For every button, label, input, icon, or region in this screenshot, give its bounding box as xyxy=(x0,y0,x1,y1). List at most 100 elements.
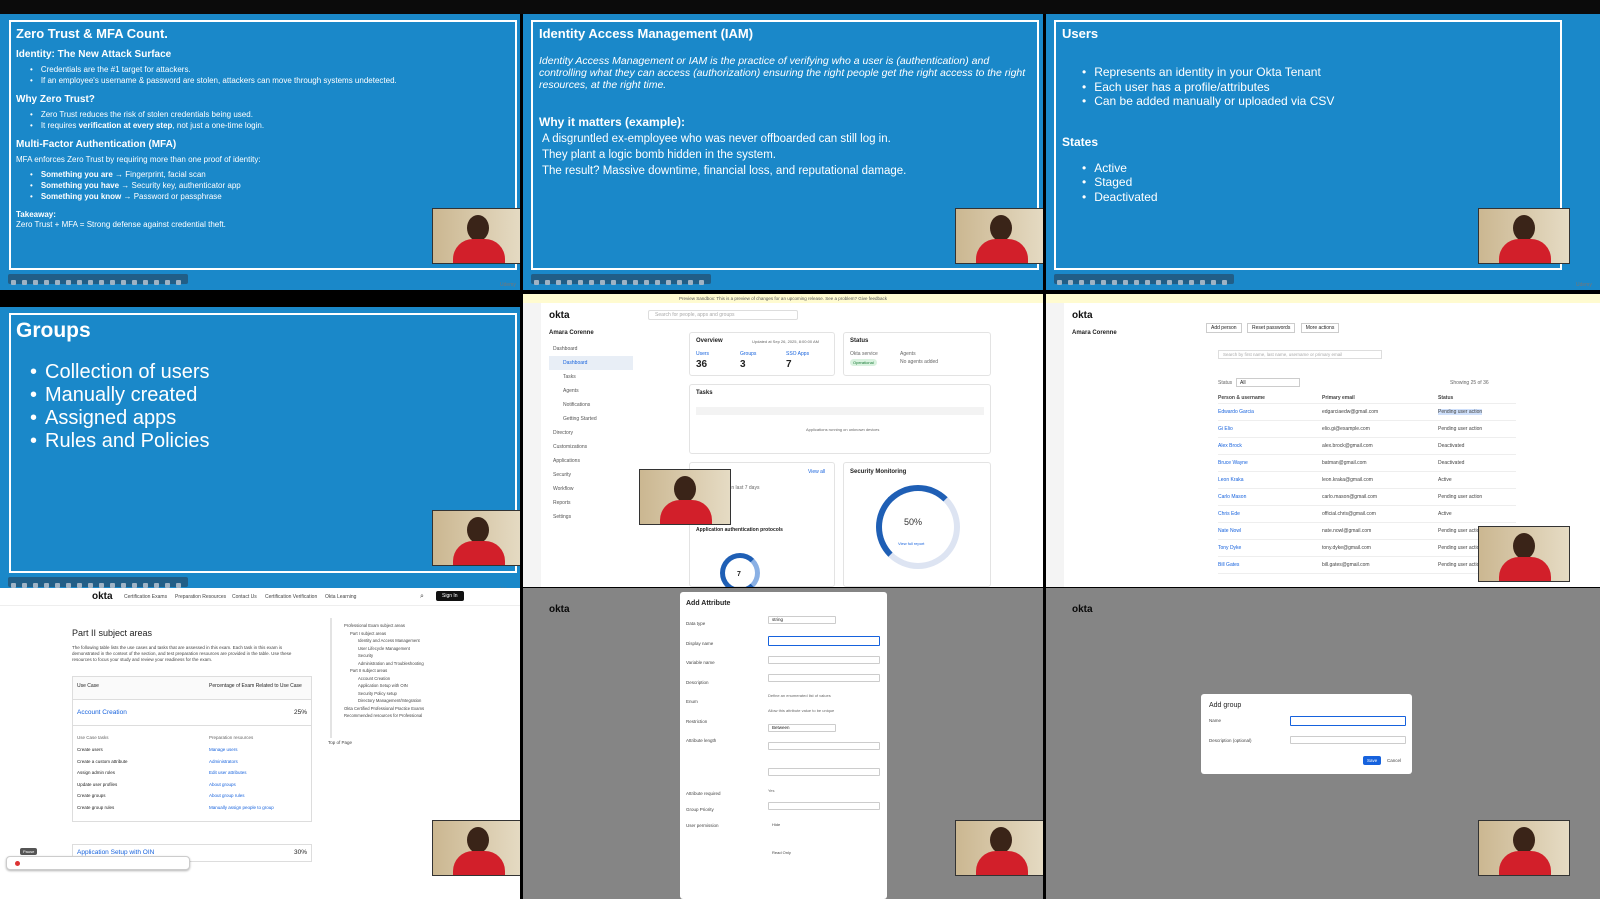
toc-item[interactable]: Account Creation xyxy=(344,675,464,683)
nav-settings[interactable]: Settings xyxy=(549,510,633,524)
save-button[interactable]: Save xyxy=(1363,756,1382,765)
toc-item[interactable]: Security xyxy=(344,652,464,660)
nav-dashboard[interactable]: Dashboard xyxy=(549,342,633,356)
table-row[interactable]: Tony Dyke tony.dyke@gmail.com Pending user… xyxy=(1218,540,1516,557)
task-row[interactable]: Applications running on unknown devices xyxy=(806,427,879,432)
resource-link[interactable]: About groups xyxy=(209,779,274,791)
toc-item[interactable]: Application Setup with OIN xyxy=(344,682,464,690)
person-name[interactable]: Carlo Mason xyxy=(1218,494,1322,500)
nav-customizations[interactable]: Customizations xyxy=(549,440,633,454)
toc-item[interactable]: Part II subject areas xyxy=(344,667,464,675)
person-name[interactable]: Bruce Wayne xyxy=(1218,460,1322,466)
toc-item[interactable]: Identity and Access Management xyxy=(344,637,464,645)
permission-read-only-radio[interactable]: Read Only xyxy=(772,850,791,855)
group-priority-input[interactable] xyxy=(768,802,880,810)
table-row[interactable]: Alex Brock alex.brock@gmail.com Deactivate… xyxy=(1218,438,1516,455)
search-input[interactable]: Search for people, apps and groups xyxy=(648,310,798,320)
nav-link[interactable]: Certification Verification xyxy=(265,594,317,600)
toc-item[interactable]: Administration and Troubleshooting xyxy=(344,660,464,668)
search-icon[interactable]: ⌕ xyxy=(420,593,424,601)
person-name[interactable]: Bill Gates xyxy=(1218,562,1322,568)
nav-workflow[interactable]: Workflow xyxy=(549,482,633,496)
restriction-checkbox[interactable]: Allow this attribute value to be unique xyxy=(768,708,834,713)
use-case-link[interactable]: Account Creation xyxy=(77,709,127,716)
nav-link[interactable]: Contact Us xyxy=(232,594,257,600)
toc-item[interactable]: Recommended resources for Professional xyxy=(344,712,464,720)
nav-applications[interactable]: Applications xyxy=(549,454,633,468)
reset-passwords-button[interactable]: Reset passwords xyxy=(1246,323,1296,333)
stat-label[interactable]: Users xyxy=(696,351,709,357)
sign-in-button[interactable]: Sign In xyxy=(436,591,464,601)
table-row[interactable]: Carlo Mason carlo.mason@gmail.com Pending … xyxy=(1218,489,1516,506)
table-row[interactable]: Edwardo Garcia edgarciaedw@gmail.com Pendi… xyxy=(1218,404,1516,421)
users-bullet: Can be added manually or uploaded via CS… xyxy=(1094,94,1542,109)
status-filter-select[interactable]: All xyxy=(1236,378,1300,387)
display-name-input[interactable] xyxy=(768,636,880,646)
auth-donut xyxy=(720,553,760,587)
toc-item[interactable]: User Lifecycle Management xyxy=(344,645,464,653)
stat-label[interactable]: Groups xyxy=(740,351,756,357)
nav-link[interactable]: Certification Exams xyxy=(124,594,167,600)
attribute-length-select[interactable]: Between xyxy=(768,724,836,732)
table-row[interactable]: Nate Nowl nate.nowl@gmail.com Pending user… xyxy=(1218,523,1516,540)
resource-link[interactable]: Manually assign people to group xyxy=(209,802,274,814)
stat-label[interactable]: SSO Apps xyxy=(786,351,809,357)
person-name[interactable]: Alex Brock xyxy=(1218,443,1322,449)
nav-notifications[interactable]: Notifications xyxy=(549,398,633,412)
nav-tasks[interactable]: Tasks xyxy=(549,370,633,384)
resource-link[interactable]: Edit user attributes xyxy=(209,767,274,779)
variable-name-input[interactable] xyxy=(768,656,880,664)
view-all-link[interactable]: View all xyxy=(808,469,825,475)
okta-add-group: okta Add group Name Description (optiona… xyxy=(1046,588,1600,899)
record-icon[interactable] xyxy=(15,861,20,866)
toc-item[interactable]: Directory Management/Integration xyxy=(344,697,464,705)
person-name[interactable]: Tony Dyke xyxy=(1218,545,1322,551)
security-report-link[interactable]: View full report xyxy=(898,541,924,546)
nav-link[interactable]: Okta Learning xyxy=(325,594,356,600)
nav-getting-started[interactable]: Getting Started xyxy=(549,412,633,426)
nav-link[interactable]: Preparation Resources xyxy=(175,594,226,600)
okta-add-attribute: okta Add Attribute Data type Display nam… xyxy=(523,588,1043,899)
person-name[interactable]: Gi Elio xyxy=(1218,426,1322,432)
more-actions-button[interactable]: More actions xyxy=(1300,323,1340,333)
nav-directory[interactable]: Directory xyxy=(549,426,633,440)
table-row[interactable]: Leon Kraka leon.kraka@gmail.com Active xyxy=(1218,472,1516,489)
top-of-page-link[interactable]: Top of Page xyxy=(328,740,352,745)
cancel-button[interactable]: Cancel xyxy=(1387,758,1401,763)
player-controls[interactable] xyxy=(8,577,188,588)
nav-dashboard-sub[interactable]: Dashboard xyxy=(549,356,633,370)
person-name[interactable]: Leon Kraka xyxy=(1218,477,1322,483)
recording-toolbar[interactable] xyxy=(6,856,190,870)
table-row[interactable]: Bill Gates bill.gates@gmail.com Pending us… xyxy=(1218,557,1516,574)
person-name[interactable]: Chris Ede xyxy=(1218,511,1322,517)
person-name[interactable]: Edwardo Garcia xyxy=(1218,409,1322,415)
nav-reports[interactable]: Reports xyxy=(549,496,633,510)
player-controls[interactable] xyxy=(8,274,188,285)
permission-hide-radio[interactable]: Hide xyxy=(772,822,780,827)
group-name-input[interactable] xyxy=(1290,716,1406,726)
nav-agents[interactable]: Agents xyxy=(549,384,633,398)
add-person-button[interactable]: Add person xyxy=(1206,323,1242,333)
player-controls[interactable] xyxy=(531,274,711,285)
player-controls[interactable] xyxy=(1054,274,1234,285)
person-name[interactable]: Nate Nowl xyxy=(1218,528,1322,534)
resource-link[interactable]: About group rules xyxy=(209,790,274,802)
toc-item[interactable]: Okta Certified Professional Practice Exa… xyxy=(344,705,464,713)
table-row[interactable]: Chris Ede official.chris@gmail.com Active xyxy=(1218,506,1516,523)
data-type-select[interactable]: string xyxy=(768,616,836,624)
people-search-input[interactable]: Search by first name, last name, usernam… xyxy=(1218,350,1382,359)
toc-item[interactable]: Security Policy setup xyxy=(344,690,464,698)
table-row[interactable]: Gi Elio elio.gi@example.com Pending user a… xyxy=(1218,421,1516,438)
enum-checkbox[interactable]: Define an enumerated list of values xyxy=(768,693,831,698)
table-row[interactable]: Bruce Wayne batman@gmail.com Deactivated xyxy=(1218,455,1516,472)
description-input[interactable] xyxy=(768,674,880,682)
length-min-input[interactable] xyxy=(768,742,880,750)
required-checkbox[interactable]: Yes xyxy=(768,788,775,793)
resource-link[interactable]: Manage users xyxy=(209,744,274,756)
nav-security[interactable]: Security xyxy=(549,468,633,482)
resource-link[interactable]: Administrators xyxy=(209,756,274,768)
group-description-input[interactable] xyxy=(1290,736,1406,744)
use-case-link[interactable]: Application Setup with OIN xyxy=(77,849,154,856)
length-max-input[interactable] xyxy=(768,768,880,776)
toc-item[interactable]: Part I subject areas xyxy=(344,630,464,638)
